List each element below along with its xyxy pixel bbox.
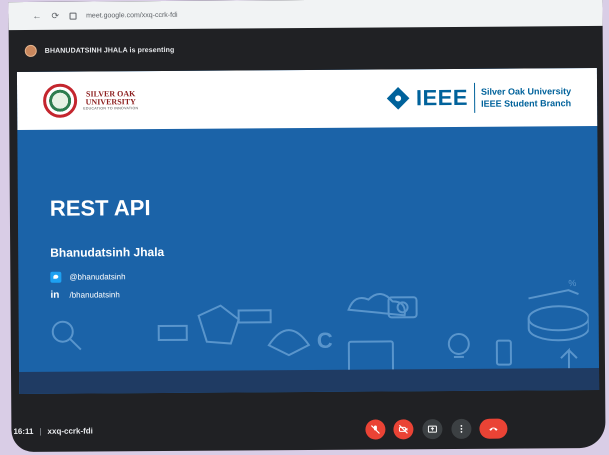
ieee-wordmark: IEEE <box>415 84 469 111</box>
present-icon <box>427 425 437 433</box>
ieee-branch-line1: Silver Oak University <box>480 86 572 97</box>
meet-control-bar: 16:11 | xxq-ccrk-fdi <box>11 408 605 452</box>
silver-oak-tagline: EDUCATION TO INNOVATION <box>83 105 139 111</box>
end-call-icon <box>489 427 498 431</box>
more-options-button[interactable] <box>451 418 472 439</box>
url-text[interactable]: meet.google.com/xxq-ccrk-fdi <box>86 11 177 19</box>
shared-screen-slide: SILVER OAK UNIVERSITY EDUCATION TO INNOV… <box>16 67 600 395</box>
present-now-button[interactable] <box>422 419 443 440</box>
camera-off-icon <box>398 424 408 434</box>
end-call-button[interactable] <box>479 418 508 439</box>
slide-title: REST API <box>49 195 151 221</box>
meeting-details[interactable]: 16:11 | xxq-ccrk-fdi <box>13 426 93 436</box>
svg-text:C: C <box>317 328 333 353</box>
ieee-branch-line2: IEEE Student Branch <box>481 98 572 109</box>
presenting-banner: BHANUDATSINH JHALA is presenting <box>9 36 603 62</box>
slide-author: Bhanudatsinh Jhala <box>50 244 165 260</box>
browser-url-bar[interactable]: ← ⟳ meet.google.com/xxq-ccrk-fdi <box>8 0 603 31</box>
meeting-time: 16:11 <box>13 426 34 437</box>
tech-illustration: C % <box>51 278 590 379</box>
ieee-logo: IEEE Silver Oak University IEEE Student … <box>386 82 572 113</box>
back-arrow-icon[interactable]: ← <box>32 11 41 21</box>
camera-toggle-button[interactable] <box>393 419 414 440</box>
silver-oak-line2: UNIVERSITY <box>85 96 136 107</box>
lock-icon <box>69 12 77 20</box>
ieee-divider <box>473 82 476 113</box>
mic-toggle-button[interactable] <box>365 419 386 440</box>
mic-off-icon <box>370 425 380 434</box>
ieee-diamond-icon <box>386 87 410 110</box>
presenter-avatar <box>24 44 37 57</box>
slide-footer-band <box>19 367 600 395</box>
meeting-separator: | <box>39 426 42 436</box>
slide-header: SILVER OAK UNIVERSITY EDUCATION TO INNOV… <box>16 67 598 131</box>
meeting-code: xxq-ccrk-fdi <box>47 426 93 436</box>
more-options-icon <box>460 425 463 433</box>
silver-oak-seal-icon <box>43 83 78 118</box>
silver-oak-logo: SILVER OAK UNIVERSITY EDUCATION TO INNOV… <box>43 83 138 118</box>
meet-window: ← ⟳ meet.google.com/xxq-ccrk-fdi BHANUDA… <box>8 0 606 453</box>
presenting-text: BHANUDATSINH JHALA is presenting <box>44 46 175 55</box>
reload-icon[interactable]: ⟳ <box>51 10 59 21</box>
svg-text:%: % <box>568 278 576 288</box>
